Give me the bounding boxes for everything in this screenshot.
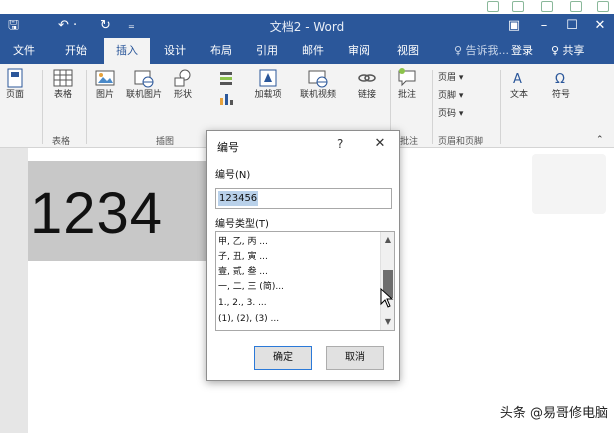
- collapse-ribbon-icon[interactable]: ⌃: [596, 134, 604, 146]
- symbol-label: 符号: [551, 90, 570, 100]
- cover-page-label: 页面: [5, 90, 24, 100]
- dialog-title: 编号: [217, 141, 239, 154]
- tray-icon[interactable]: [487, 1, 499, 12]
- tab-references[interactable]: 引用: [247, 38, 287, 64]
- number-dialog: 编号 ? ✕ 编号(N) 123456 编号类型(T) 甲, 乙, 丙 ... …: [206, 130, 400, 381]
- watermark: 头条 @易哥修电脑: [499, 406, 608, 421]
- login-link[interactable]: 登录: [511, 38, 533, 64]
- tell-me-search[interactable]: ♀ 告诉我...: [454, 38, 509, 64]
- header-button[interactable]: 页眉 ▾: [438, 72, 463, 84]
- number-type-list[interactable]: 甲, 乙, 丙 ... 子, 丑, 寅 ... 壹, 贰, 叁 ... 一, 二…: [215, 231, 395, 331]
- picture-label: 图片: [95, 90, 114, 100]
- list-scrollbar[interactable]: ▲ ▼: [380, 232, 394, 330]
- cancel-button[interactable]: 取消: [326, 346, 384, 370]
- group-label-illustrations: 插图: [156, 137, 175, 147]
- textbox-icon: A: [513, 72, 522, 87]
- online-video-button[interactable]: 联机视频: [296, 68, 340, 101]
- tab-insert[interactable]: 插入: [104, 38, 150, 64]
- dialog-close-button[interactable]: ✕: [371, 135, 389, 153]
- list-item[interactable]: 1., 2., 3. ...: [218, 296, 267, 310]
- tab-mailings[interactable]: 邮件: [293, 38, 333, 64]
- picture-icon: [95, 70, 115, 86]
- tray-icon[interactable]: [512, 1, 524, 12]
- group-label-comments: 批注: [400, 137, 419, 147]
- cover-page-button[interactable]: 页面: [4, 68, 26, 101]
- number-type-label: 编号类型(T): [215, 219, 269, 230]
- page-number-button[interactable]: 页码 ▾: [438, 108, 463, 120]
- title-bar: 🖫 ↶ · ↻ ₌ 文档2 - Word ▣ – ☐ ✕: [0, 14, 614, 38]
- addins-button[interactable]: 加载项: [254, 68, 282, 101]
- word-window: 🖫 ↶ · ↻ ₌ 文档2 - Word ▣ – ☐ ✕ 文件 开始 插入 设计…: [0, 0, 614, 433]
- chart-icon[interactable]: [218, 90, 234, 106]
- ok-button[interactable]: 确定: [254, 346, 312, 370]
- tray-icon[interactable]: [597, 1, 609, 12]
- footer-button[interactable]: 页脚 ▾: [438, 90, 463, 102]
- shapes-button[interactable]: 形状: [170, 68, 196, 101]
- ribbon-divider: [432, 70, 433, 144]
- tray-icon[interactable]: [541, 1, 553, 12]
- group-label-header-footer: 页眉和页脚: [438, 137, 484, 147]
- group-label-table: 表格: [52, 137, 71, 147]
- top-strip: [0, 0, 614, 14]
- smartart-icon[interactable]: [218, 70, 234, 86]
- comment-button[interactable]: 批注: [394, 68, 420, 101]
- help-button[interactable]: ?: [337, 137, 343, 151]
- link-button[interactable]: 链接: [354, 68, 380, 101]
- cover-page-icon: [7, 68, 23, 88]
- addins-label: 加载项: [254, 90, 282, 100]
- list-item[interactable]: 壹, 贰, 叁 ...: [218, 265, 268, 279]
- online-picture-icon: [134, 70, 154, 88]
- link-label: 链接: [357, 90, 376, 100]
- right-decoration: [532, 154, 606, 214]
- list-item[interactable]: 甲, 乙, 丙 ...: [218, 235, 268, 249]
- number-input[interactable]: 123456: [215, 188, 392, 209]
- online-video-icon: [308, 70, 328, 88]
- ribbon-divider: [86, 70, 87, 144]
- comment-label: 批注: [397, 90, 416, 100]
- number-input-value: 123456: [218, 191, 259, 206]
- ribbon-display-options-icon[interactable]: ▣: [500, 16, 528, 36]
- link-icon: [358, 74, 376, 82]
- list-item[interactable]: (1), (2), (3) ...: [218, 312, 279, 326]
- addins-icon: [259, 69, 277, 87]
- scroll-up-icon[interactable]: ▲: [381, 234, 394, 246]
- symbol-button[interactable]: Ω 符号: [548, 68, 574, 101]
- tab-home[interactable]: 开始: [56, 38, 96, 64]
- table-icon: [53, 69, 73, 87]
- textbox-button[interactable]: A 文本: [506, 68, 532, 101]
- close-button[interactable]: ✕: [586, 16, 614, 36]
- ribbon-divider: [42, 70, 43, 144]
- minimize-button[interactable]: –: [530, 16, 558, 36]
- ribbon-tabs: 文件 开始 插入 设计 布局 引用 邮件 审阅 视图 ♀ 告诉我... 登录 ♀…: [0, 38, 614, 64]
- tab-layout[interactable]: 布局: [201, 38, 241, 64]
- scroll-down-icon[interactable]: ▼: [381, 316, 394, 328]
- online-picture-label: 联机图片: [125, 90, 162, 100]
- online-video-label: 联机视频: [299, 90, 336, 100]
- online-picture-button[interactable]: 联机图片: [122, 68, 166, 101]
- share-button[interactable]: ♀ 共享: [551, 38, 585, 64]
- omega-icon: Ω: [555, 72, 565, 87]
- list-item[interactable]: 子, 丑, 寅 ...: [218, 250, 268, 264]
- mouse-cursor-icon: [380, 288, 394, 308]
- svg-text:A: A: [513, 72, 522, 87]
- tab-review[interactable]: 审阅: [339, 38, 379, 64]
- maximize-button[interactable]: ☐: [558, 16, 586, 36]
- shapes-icon: [174, 69, 191, 87]
- comment-icon: [398, 68, 416, 87]
- tab-file[interactable]: 文件: [4, 38, 44, 64]
- table-label: 表格: [53, 90, 72, 100]
- svg-text:Ω: Ω: [555, 72, 565, 87]
- tab-design[interactable]: 设计: [155, 38, 195, 64]
- table-button[interactable]: 表格: [48, 68, 78, 101]
- picture-button[interactable]: 图片: [92, 68, 118, 101]
- textbox-label: 文本: [509, 90, 528, 100]
- shapes-label: 形状: [173, 90, 192, 100]
- tray-icon[interactable]: [570, 1, 582, 12]
- number-label: 编号(N): [215, 170, 251, 181]
- list-item[interactable]: 一, 二, 三 (简)...: [218, 280, 284, 294]
- tab-view[interactable]: 视图: [388, 38, 428, 64]
- document-number-text[interactable]: 1234: [30, 181, 163, 247]
- ribbon-divider: [500, 70, 501, 144]
